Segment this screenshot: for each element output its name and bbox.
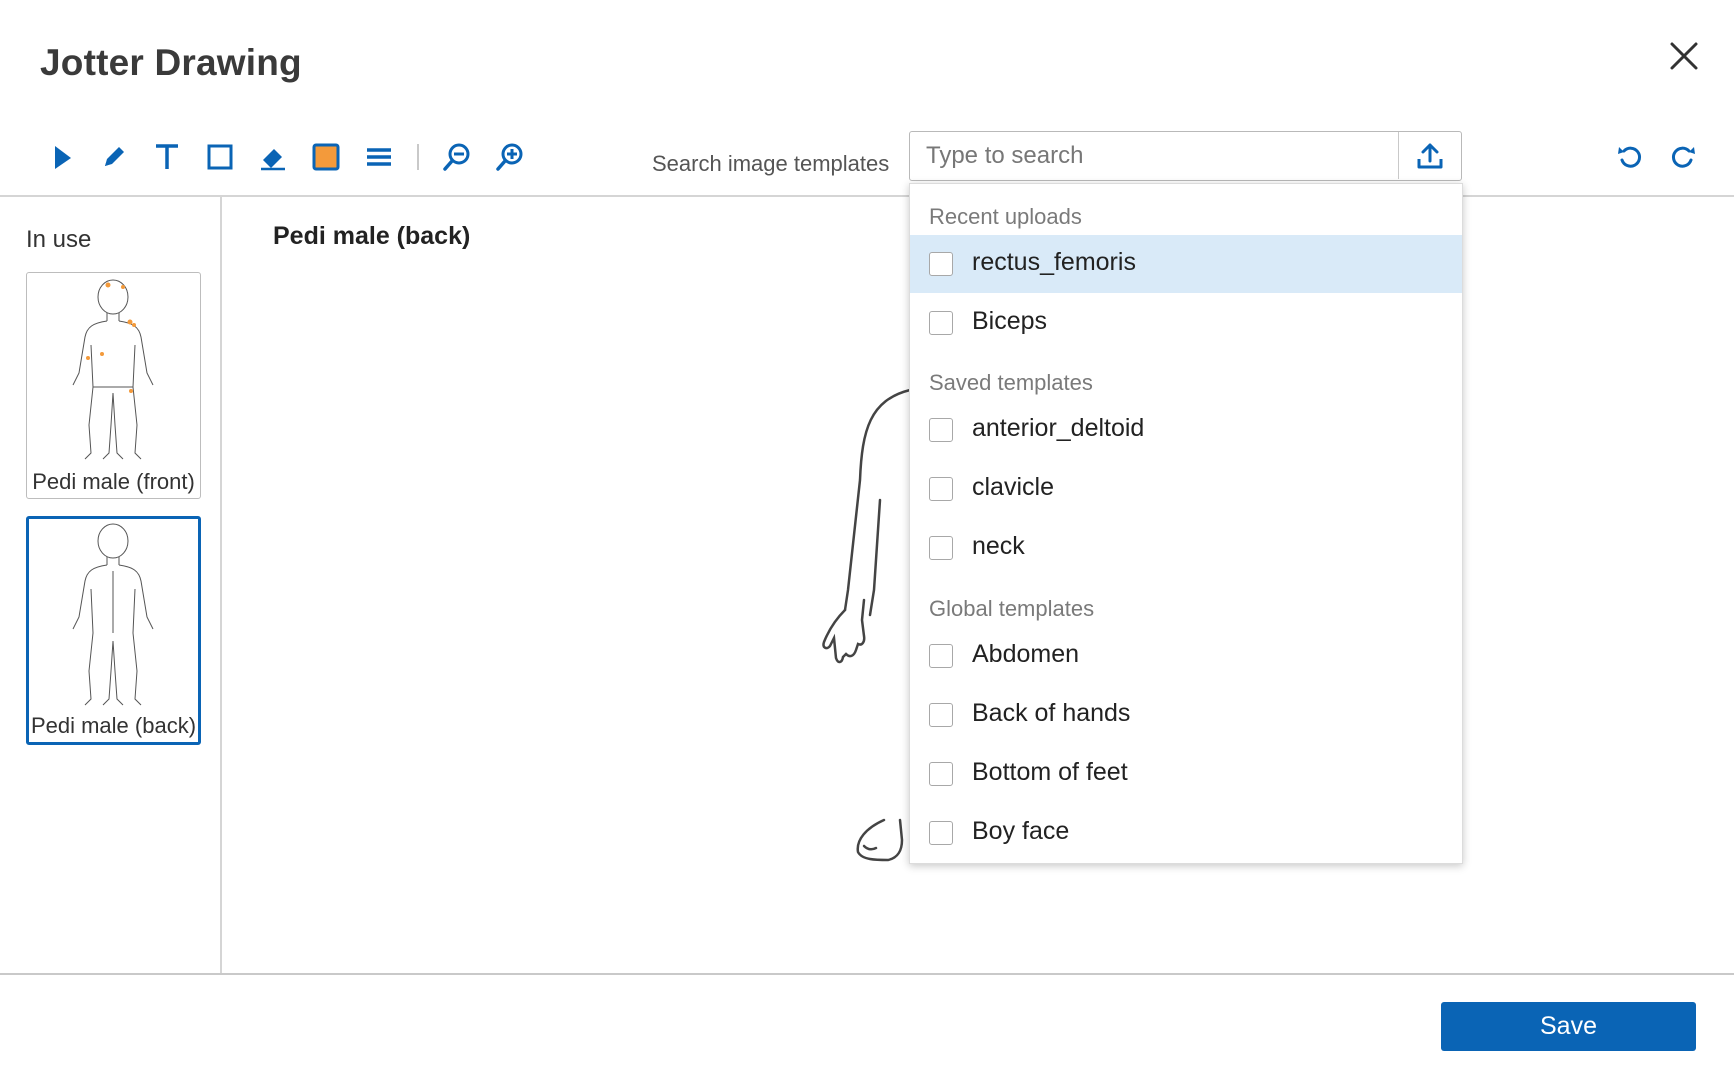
upload-button[interactable]: [1398, 132, 1461, 179]
search-input[interactable]: [910, 132, 1400, 179]
zoom-out-button[interactable]: [438, 138, 476, 176]
close-icon: [1670, 42, 1698, 70]
redo-icon: [1671, 146, 1695, 168]
color-picker-button[interactable]: [307, 138, 345, 176]
checkbox[interactable]: [929, 821, 953, 845]
group-header-recent: Recent uploads: [929, 204, 1082, 229]
close-button[interactable]: [1664, 36, 1704, 76]
thumbnail-pedi-male-back[interactable]: Pedi male (back): [26, 516, 201, 745]
option-abdomen[interactable]: Abdomen: [910, 627, 1462, 685]
checkbox[interactable]: [929, 536, 953, 560]
option-bottom-of-feet[interactable]: Bottom of feet: [910, 745, 1462, 803]
checkbox[interactable]: [929, 762, 953, 786]
checkbox[interactable]: [929, 311, 953, 335]
option-label: rectus_femoris: [972, 248, 1136, 276]
group-header-global: Global templates: [929, 596, 1095, 621]
text-icon: [156, 144, 178, 169]
option-back-of-hands[interactable]: Back of hands: [910, 686, 1462, 744]
thumbnail-label: Pedi male (front): [32, 469, 195, 494]
undo-button[interactable]: [1611, 138, 1649, 176]
eraser-tool-button[interactable]: [254, 138, 292, 176]
line-weight-button[interactable]: [360, 138, 398, 176]
option-label: Bottom of feet: [972, 758, 1128, 786]
option-label: Biceps: [972, 307, 1048, 335]
checkbox[interactable]: [929, 252, 953, 276]
template-search: [909, 131, 1462, 181]
zoom-in-button[interactable]: [491, 138, 529, 176]
option-label: neck: [972, 532, 1025, 560]
footer-divider: [0, 973, 1734, 975]
template-dropdown: Recent uploads rectus_femoris Biceps Sav…: [909, 183, 1463, 864]
sidebar-divider: [220, 196, 222, 974]
save-button[interactable]: Save: [1441, 1002, 1696, 1051]
color-swatch-icon: [312, 143, 340, 171]
checkbox[interactable]: [929, 644, 953, 668]
zoom-out-icon: [443, 143, 470, 171]
option-clavicle[interactable]: clavicle: [910, 460, 1462, 518]
toolbar-separator: [417, 144, 419, 170]
checkbox[interactable]: [929, 703, 953, 727]
option-anterior-deltoid[interactable]: anterior_deltoid: [910, 401, 1462, 459]
checkbox[interactable]: [929, 477, 953, 501]
rectangle-icon: [207, 144, 233, 170]
eraser-icon: [261, 149, 285, 171]
lines-icon: [367, 148, 391, 166]
thumbnail-pedi-male-front[interactable]: Pedi male (front): [26, 272, 201, 499]
checkbox[interactable]: [929, 418, 953, 442]
redo-button[interactable]: [1664, 138, 1702, 176]
in-use-heading: In use: [26, 226, 92, 253]
option-label: Back of hands: [972, 699, 1131, 727]
option-label: anterior_deltoid: [972, 414, 1145, 442]
zoom-in-icon: [496, 143, 523, 171]
option-rectus-femoris[interactable]: rectus_femoris: [910, 235, 1462, 293]
search-label: Search image templates: [652, 151, 890, 176]
option-label: clavicle: [972, 473, 1054, 501]
select-tool-button[interactable]: [42, 138, 80, 176]
canvas-title: Pedi male (back): [273, 222, 471, 250]
group-header-saved: Saved templates: [929, 370, 1093, 395]
upload-icon: [1417, 143, 1443, 168]
rectangle-tool-button[interactable]: [201, 138, 239, 176]
text-tool-button[interactable]: [148, 138, 186, 176]
dialog-title: Jotter Drawing: [40, 42, 302, 83]
body-back-thumbnail: [72, 523, 154, 706]
pencil-tool-button[interactable]: [95, 138, 133, 176]
option-neck[interactable]: neck: [910, 519, 1462, 577]
thumbnail-label: Pedi male (back): [30, 713, 197, 738]
toolbar-divider: [0, 195, 1734, 197]
undo-icon: [1618, 146, 1642, 168]
pointer-icon: [55, 146, 71, 169]
option-boy-face[interactable]: Boy face: [910, 804, 1462, 862]
option-label: Boy face: [972, 817, 1070, 845]
option-label: Abdomen: [972, 640, 1080, 668]
option-biceps[interactable]: Biceps: [910, 294, 1462, 352]
body-front-thumbnail: [72, 279, 154, 460]
pencil-icon: [105, 147, 124, 166]
